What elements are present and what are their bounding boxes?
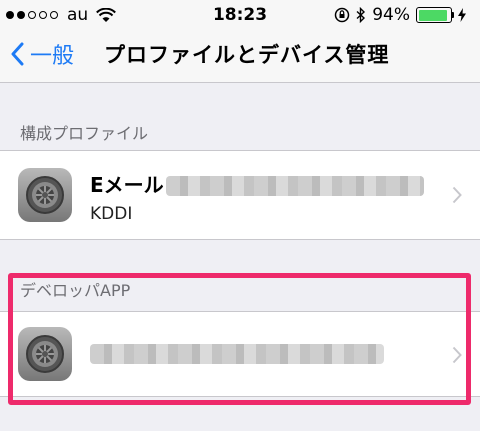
charging-icon [458, 8, 466, 22]
battery-icon [416, 7, 452, 23]
battery-percent: 94% [372, 5, 410, 25]
bluetooth-icon [356, 7, 366, 23]
settings-gear-icon [18, 327, 72, 381]
chevron-right-icon [452, 186, 462, 204]
orientation-lock-icon [334, 7, 350, 23]
redacted-profile-name [166, 176, 424, 196]
developer-app-row[interactable] [0, 311, 480, 397]
profiles-section-header: 構成プロファイル [20, 124, 149, 143]
battery-cap [452, 12, 454, 18]
status-bar: au 18:23 94% [0, 0, 480, 30]
status-right: 94% [334, 5, 472, 25]
battery-fill [418, 9, 447, 21]
profile-subtitle: KDDI [90, 204, 133, 224]
profile-row-email[interactable]: Eメール KDDI [0, 150, 480, 240]
redacted-developer-name [90, 344, 384, 364]
back-chevron-icon [11, 42, 24, 66]
back-button[interactable]: 一般 [10, 38, 74, 70]
profile-title: Eメール [90, 173, 164, 197]
chevron-right-icon [452, 346, 462, 364]
settings-gear-icon [18, 168, 72, 222]
navigation-bar: 一般 プロファイルとデバイス管理 [0, 30, 480, 83]
back-label: 一般 [30, 44, 75, 69]
page-title: プロファイルとデバイス管理 [104, 43, 390, 67]
developer-section-header: デベロッパAPP [20, 281, 131, 300]
